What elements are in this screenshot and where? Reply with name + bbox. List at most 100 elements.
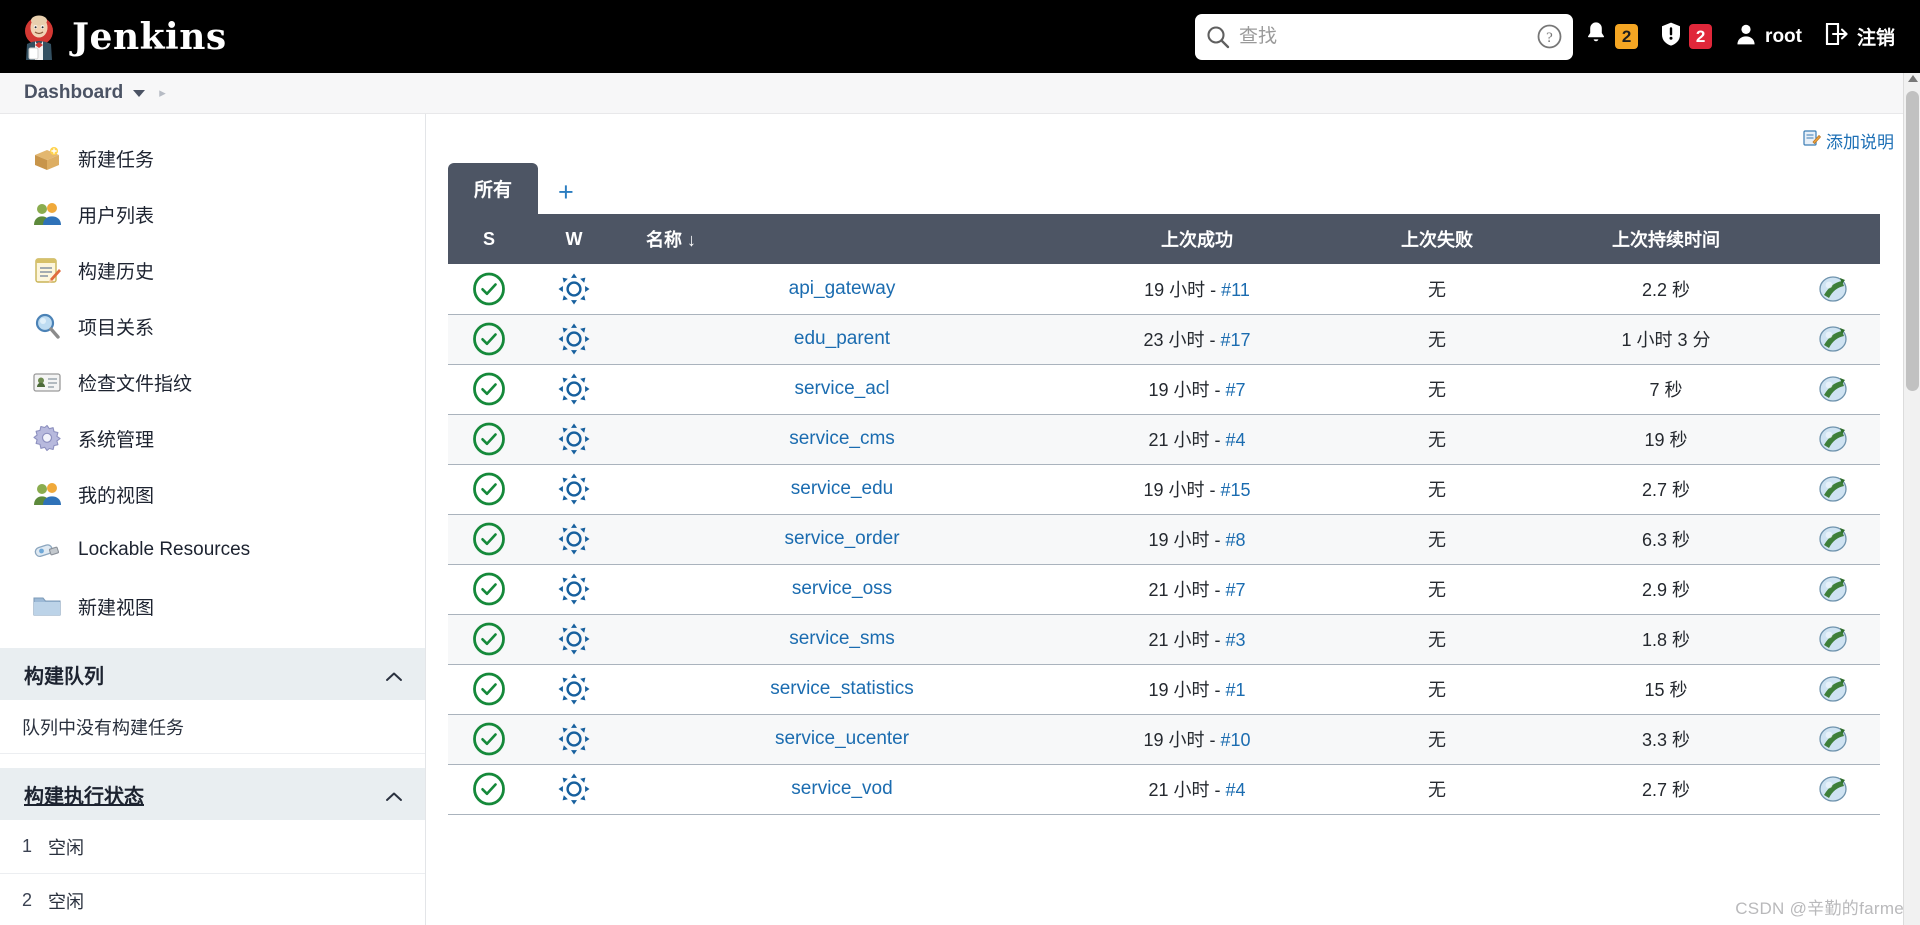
scrollbar-thumb[interactable] bbox=[1906, 91, 1919, 391]
jenkins-brand[interactable]: Jenkins bbox=[0, 14, 227, 60]
build-executor-header[interactable]: 构建执行状态 bbox=[0, 768, 425, 820]
job-name-link[interactable]: service_statistics bbox=[770, 678, 914, 699]
job-name-link[interactable]: service_sms bbox=[789, 628, 895, 649]
build-success-icon bbox=[472, 722, 506, 756]
schedule-build-icon[interactable] bbox=[1815, 723, 1851, 755]
job-weather-cell bbox=[530, 364, 618, 415]
chevron-down-icon[interactable] bbox=[133, 89, 146, 97]
schedule-build-icon[interactable] bbox=[1815, 623, 1851, 655]
schedule-build-icon[interactable] bbox=[1815, 323, 1851, 355]
bell-icon bbox=[1584, 21, 1608, 52]
chevron-right-icon: ▸ bbox=[159, 85, 166, 100]
last-success-build-link[interactable]: #7 bbox=[1226, 580, 1246, 600]
add-description-button[interactable]: 添加说明 bbox=[1803, 128, 1894, 153]
job-name-link[interactable]: service_order bbox=[784, 528, 899, 549]
sidebar-item-manage-jenkins[interactable]: 系统管理 bbox=[0, 410, 425, 466]
sidebar-item-lockable-resources[interactable]: Lockable Resources bbox=[0, 522, 425, 578]
job-duration-cell: 2.7 秒 bbox=[1546, 764, 1786, 815]
notifications-button[interactable]: 2 bbox=[1573, 0, 1649, 73]
last-success-build-link[interactable]: #3 bbox=[1226, 630, 1246, 650]
column-last-duration[interactable]: 上次持续时间 bbox=[1546, 214, 1786, 264]
job-weather-cell bbox=[530, 414, 618, 465]
table-row: service_statistics 19 小时 - #1 无 15 秒 bbox=[448, 664, 1880, 715]
sidebar-item-label: 项目关系 bbox=[78, 317, 155, 339]
job-name-link[interactable]: edu_parent bbox=[794, 328, 890, 349]
job-actions-cell bbox=[1786, 314, 1880, 365]
column-weather[interactable]: W bbox=[530, 214, 618, 264]
schedule-build-icon[interactable] bbox=[1815, 473, 1851, 505]
schedule-build-icon[interactable] bbox=[1815, 273, 1851, 305]
gear-icon bbox=[32, 423, 62, 453]
last-success-build-link[interactable]: #15 bbox=[1220, 480, 1250, 500]
sidebar-item-build-history[interactable]: 构建历史 bbox=[0, 242, 425, 298]
job-name-link[interactable]: service_edu bbox=[791, 478, 893, 499]
logout-button[interactable]: 注销 bbox=[1813, 0, 1906, 73]
user-menu-button[interactable]: root bbox=[1723, 0, 1813, 73]
chevron-up-icon[interactable] bbox=[385, 669, 403, 681]
last-success-build-link[interactable]: #7 bbox=[1226, 380, 1246, 400]
sidebar-item-check-fingerprint[interactable]: 检查文件指纹 bbox=[0, 354, 425, 410]
sidebar-item-label: 新建任务 bbox=[78, 149, 155, 171]
last-success-build-link[interactable]: #1 bbox=[1226, 680, 1246, 700]
security-alerts-button[interactable]: 2 bbox=[1649, 0, 1723, 73]
column-name[interactable]: 名称 ↓ bbox=[618, 214, 1066, 264]
job-last-success-cell: 19 小时 - #10 bbox=[1066, 714, 1328, 765]
sidebar-item-new-job[interactable]: 新建任务 bbox=[0, 130, 425, 186]
add-view-button[interactable]: + bbox=[538, 179, 594, 214]
last-success-build-link[interactable]: #17 bbox=[1220, 330, 1250, 350]
schedule-build-icon[interactable] bbox=[1815, 773, 1851, 805]
job-last-failure-cell: 无 bbox=[1328, 614, 1546, 665]
column-name-label: 名称 bbox=[646, 230, 682, 250]
job-last-failure-cell: 无 bbox=[1328, 764, 1546, 815]
column-last-success[interactable]: 上次成功 bbox=[1066, 214, 1328, 264]
add-description-row: 添加说明 bbox=[426, 114, 1920, 153]
job-name-link[interactable]: service_ucenter bbox=[775, 728, 909, 749]
job-last-failure-cell: 无 bbox=[1328, 264, 1546, 315]
search-icon bbox=[1205, 24, 1231, 50]
job-weather-cell bbox=[530, 464, 618, 515]
build-history-notepad-icon bbox=[32, 255, 62, 285]
tab-all[interactable]: 所有 bbox=[448, 163, 539, 214]
search-box[interactable]: ? bbox=[1195, 13, 1574, 60]
schedule-build-icon[interactable] bbox=[1815, 373, 1851, 405]
last-success-build-link[interactable]: #4 bbox=[1226, 430, 1246, 450]
job-status-cell bbox=[448, 314, 530, 365]
schedule-build-icon[interactable] bbox=[1815, 673, 1851, 705]
executor-row: 2 空闲 bbox=[0, 874, 425, 925]
job-name-link[interactable]: api_gateway bbox=[789, 278, 896, 299]
breadcrumb-dashboard[interactable]: Dashboard bbox=[24, 82, 123, 104]
build-executor-title[interactable]: 构建执行状态 bbox=[24, 780, 144, 809]
help-circle-icon[interactable]: ? bbox=[1536, 23, 1563, 50]
sidebar-item-project-relationship[interactable]: 项目关系 bbox=[0, 298, 425, 354]
schedule-build-icon[interactable] bbox=[1815, 523, 1851, 555]
page-scrollbar[interactable] bbox=[1903, 73, 1920, 925]
job-duration-cell: 1.8 秒 bbox=[1546, 614, 1786, 665]
last-success-build-link[interactable]: #4 bbox=[1226, 780, 1246, 800]
schedule-build-icon[interactable] bbox=[1815, 573, 1851, 605]
job-last-failure-cell: 无 bbox=[1328, 364, 1546, 415]
column-status[interactable]: S bbox=[448, 214, 530, 264]
job-actions-cell bbox=[1786, 664, 1880, 715]
last-success-build-link[interactable]: #11 bbox=[1221, 280, 1250, 300]
job-name-link[interactable]: service_cms bbox=[789, 428, 895, 449]
sidebar-item-new-view[interactable]: 新建视图 bbox=[0, 578, 425, 634]
search-input[interactable] bbox=[1231, 16, 1537, 57]
job-name-link[interactable]: service_acl bbox=[794, 378, 889, 399]
last-success-build-link[interactable]: #8 bbox=[1226, 530, 1246, 550]
column-last-failure[interactable]: 上次失败 bbox=[1328, 214, 1546, 264]
column-actions bbox=[1786, 214, 1880, 264]
job-name-link[interactable]: service_oss bbox=[792, 578, 892, 599]
sidebar-item-user-list[interactable]: 用户列表 bbox=[0, 186, 425, 242]
schedule-build-icon[interactable] bbox=[1815, 423, 1851, 455]
job-name-link[interactable]: service_vod bbox=[791, 778, 892, 799]
job-duration-cell: 19 秒 bbox=[1546, 414, 1786, 465]
sidebar-item-my-views[interactable]: 我的视图 bbox=[0, 466, 425, 522]
job-status-cell bbox=[448, 564, 530, 615]
last-success-build-link[interactable]: #10 bbox=[1220, 730, 1250, 750]
logout-arrow-icon bbox=[1824, 21, 1850, 52]
chevron-up-icon[interactable] bbox=[385, 789, 403, 801]
build-success-icon bbox=[472, 772, 506, 806]
job-name-cell: api_gateway bbox=[618, 264, 1066, 315]
build-queue-header[interactable]: 构建队列 bbox=[0, 648, 425, 700]
scroll-up-arrow-icon[interactable] bbox=[1908, 75, 1918, 82]
